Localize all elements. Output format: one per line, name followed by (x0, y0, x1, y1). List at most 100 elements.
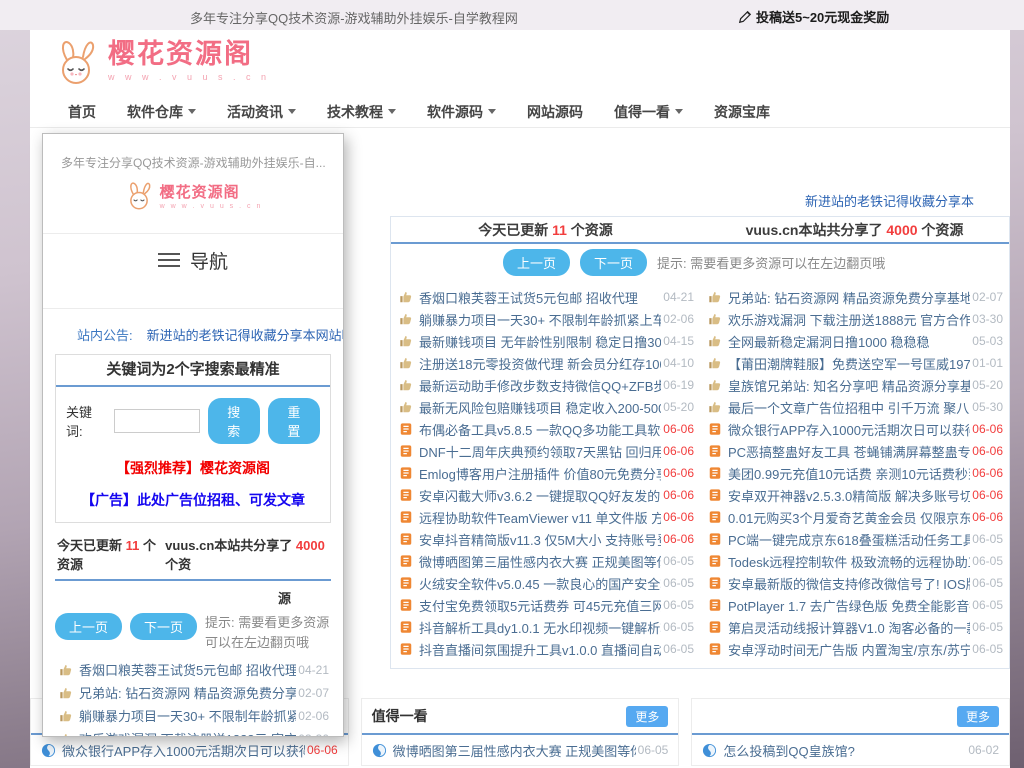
resources-panel: 今天已更新 11 个资源 vuus.cn本站共分享了 4000 个资源 上一页 … (390, 216, 1010, 669)
nav-item[interactable]: 值得一看 (614, 102, 683, 122)
resource-link[interactable]: PC端一键完成京东618叠蛋糕活动任务工具 (728, 530, 970, 549)
nav-item[interactable]: 资源宝库 (714, 102, 770, 122)
resource-link[interactable]: 安卓抖音精简版v11.3 仅5M大小 支持账号登录 (419, 530, 661, 549)
resource-link[interactable]: 皇族馆兄弟站: 知名分享吧 精品资源分享基地 (728, 376, 970, 395)
resource-link[interactable]: 远程协助软件TeamViewer v11 单文件版 方便 (419, 508, 661, 527)
topbar: 多年专注分享QQ技术资源-游戏辅助外挂娱乐-自学教程网 投稿送5~20元现金奖励 (0, 0, 1024, 30)
site-logo[interactable]: 樱花资源阁 w w w . v u u s . c n (52, 36, 270, 86)
resource-link[interactable]: 微博晒图第三届性感内衣大赛 正规美图等你欣赏 (393, 741, 636, 760)
resource-list-item: 微博晒图第三届性感内衣大赛 正规美图等你欣 06-05 (397, 550, 694, 572)
document-icon (399, 620, 413, 634)
resource-link[interactable]: DNF十二周年庆典预约领取7天黑钻 回归用户 (419, 442, 661, 461)
resource-link[interactable]: 欢乐游戏漏洞 下载注册送1888元 官方合 (79, 729, 296, 737)
resource-link[interactable]: 微博晒图第三届性感内衣大赛 正规美图等你欣 (419, 552, 661, 571)
next-page-button[interactable]: 下一页 (580, 249, 647, 276)
search-button[interactable]: 搜索 (208, 398, 260, 444)
resource-link[interactable]: 最后一个文章广告位招租中 引千万流 聚八方 (728, 398, 970, 417)
resource-date: 06-05 (663, 620, 694, 634)
worth-reading-list: 微博晒图第三届性感内衣大赛 正规美图等你欣赏 06-05 (362, 735, 679, 765)
prev-page-button[interactable]: 上一页 (503, 249, 570, 276)
resource-link[interactable]: 安卓最新版的微信支持修改微信号了! IOS版 (728, 574, 970, 593)
resource-list-item: PC恶搞整蛊好友工具 苍蝇铺满屏幕整蛊专家 效 06-06 (706, 440, 1003, 462)
badge-icon (41, 743, 56, 758)
resource-link[interactable]: 微众银行APP存入1000元活期次日可以获得无 (728, 420, 970, 439)
thumbs-up-icon (399, 334, 413, 348)
resource-date: 05-30 (972, 400, 1003, 414)
resource-link[interactable]: PC恶搞整蛊好友工具 苍蝇铺满屏幕整蛊专家 效 (728, 442, 970, 461)
resource-link[interactable]: 香烟口粮芙蓉王试货5元包邮 招收代理 (79, 660, 296, 679)
resource-date: 06-05 (638, 743, 669, 757)
next-page-button[interactable]: 下一页 (130, 613, 197, 640)
document-icon (399, 422, 413, 436)
nav-item-label: 资源宝库 (714, 102, 770, 122)
resource-link[interactable]: 欢乐游戏漏洞 下载注册送1888元 官方合作 (728, 310, 970, 329)
reset-button[interactable]: 重置 (268, 398, 320, 444)
resource-link[interactable]: 最新运动助手修改步数支持微信QQ+ZFB步 (419, 376, 661, 395)
resource-link[interactable]: 布偶必备工具v5.8.5 一款QQ多功能工具软件 (419, 420, 661, 439)
resource-link[interactable]: 美团0.99元充值10元话费 亲测10元话费秒到 (728, 464, 970, 483)
resource-list-item: Todesk远程控制软件 极致流畅的远程协助工具 06-05 (706, 550, 1003, 572)
resource-date: 06-06 (663, 422, 694, 436)
resource-link[interactable]: PotPlayer 1.7 去广告绿色版 免费全能影音播 (728, 596, 970, 615)
resource-link[interactable]: 躺赚暴力项目一天30+ 不限制年龄抓紧上车 (419, 310, 661, 329)
updated-today-count: 11 (552, 222, 567, 238)
resource-link[interactable]: 【莆田潮牌鞋服】免费送空军一号匡威1970s (728, 354, 970, 373)
resource-link[interactable]: 抖音直播间氛围提升工具v1.0.0 直播间自动发 (419, 640, 661, 659)
site-url: w w w . v u u s . c n (108, 72, 270, 82)
overlay-nav-toggle[interactable]: 导航 (43, 234, 343, 286)
bottom-list-item: 怎么投稿到QQ皇族馆? 06-02 (692, 735, 1009, 765)
resource-list-item: 香烟口粮芙蓉王试货5元包邮 招收代理 04-21 (55, 658, 331, 681)
resource-link[interactable]: 全网最新稳定漏洞日撸1000 稳稳稳 (728, 332, 970, 351)
document-icon (708, 466, 722, 480)
nav-item[interactable]: 首页 (68, 102, 96, 122)
resource-link[interactable]: 怎么投稿到QQ皇族馆? (723, 741, 966, 760)
resource-link[interactable]: 注册送18元零投资做代理 新会员分红存1000 (419, 354, 661, 373)
resource-link[interactable]: 0.01元购买3个月爱奇艺黄金会员 仅限京东白 (728, 508, 970, 527)
promo-recommended-link[interactable]: 【强烈推荐】樱花资源阁 (56, 458, 330, 478)
prev-page-button[interactable]: 上一页 (55, 613, 122, 640)
nav-item[interactable]: 活动资讯 (227, 102, 296, 122)
chevron-down-icon (488, 109, 496, 114)
document-icon (708, 576, 722, 590)
resource-date: 06-06 (663, 488, 694, 502)
nav-item[interactable]: 技术教程 (327, 102, 396, 122)
overlay-total-shared: vuus.cn本站共分享了 4000 个资 (165, 535, 329, 573)
more-button[interactable]: 更多 (626, 706, 668, 727)
resource-link[interactable]: Todesk远程控制软件 极致流畅的远程协助工具 (728, 552, 970, 571)
nav-item[interactable]: 软件源码 (427, 102, 496, 122)
worth-reading-title: 值得一看 (372, 706, 627, 726)
resource-list-item: 抖音解析工具dy1.0.1 无水印视频一键解析软件 06-05 (397, 616, 694, 638)
badge-icon (372, 743, 387, 758)
resource-link[interactable]: 最新无风险包赔赚钱项目 稳定收入200-500元 (419, 398, 661, 417)
bottom-panel-3-header: 更多 (692, 699, 1009, 735)
resource-link[interactable]: 抖音解析工具dy1.0.1 无水印视频一键解析软件 (419, 618, 661, 637)
overlay-logo-text: 樱花资源阁 w w w . v u u s . c n (160, 181, 263, 210)
resource-link[interactable]: 安卓闪截大师v3.6.2 一键提取QQ好友发的闪图 (419, 486, 661, 505)
resource-link[interactable]: 安卓双开神器v2.5.3.0精简版 解决多账号切换 (728, 486, 970, 505)
resource-link[interactable]: 第启灵活动线报计算器V1.0 淘客必备的一款软 (728, 618, 970, 637)
resource-link[interactable]: 安卓浮动时间无广告版 内置淘宝/京东/苏宁/拼 (728, 640, 970, 659)
resource-link[interactable]: 兄弟站: 钻石资源网 精品资源免费分享基地 (728, 288, 970, 307)
more-button[interactable]: 更多 (957, 706, 999, 727)
resource-list-item: 【莆田潮牌鞋服】免费送空军一号匡威1970s 01-01 (706, 352, 1003, 374)
overlay-logo[interactable]: 樱花资源阁 w w w . v u u s . c n (43, 179, 343, 211)
search-form: 关键词: 搜索 重置 (56, 387, 330, 450)
resource-link[interactable]: 火绒安全软件v5.0.45 一款良心的国产安全软件 (419, 574, 661, 593)
keyword-input[interactable] (114, 409, 200, 433)
thumbs-up-icon (399, 378, 413, 392)
hamburger-menu-icon (158, 249, 180, 271)
resource-link[interactable]: 躺赚暴力项目一天30+ 不限制年龄抓紧上 (79, 706, 296, 725)
resource-link[interactable]: 兄弟站: 钻石资源网 精品资源免费分享基 (79, 683, 296, 702)
chevron-down-icon (188, 109, 196, 114)
chevron-down-icon (288, 109, 296, 114)
nav-item[interactable]: 软件仓库 (127, 102, 196, 122)
resource-link[interactable]: 香烟口粮芙蓉王试货5元包邮 招收代理 (419, 288, 661, 307)
document-icon (708, 532, 722, 546)
promo-ad-slot-link[interactable]: 【广告】此处广告位招租、可发文章 (56, 490, 330, 510)
nav-item[interactable]: 网站源码 (527, 102, 583, 122)
resource-list-item: 躺赚暴力项目一天30+ 不限制年龄抓紧上车 02-06 (397, 308, 694, 330)
resource-link[interactable]: 支付宝免费领取5元话费券 可45元充值三网50 (419, 596, 661, 615)
resource-link[interactable]: 最新赚钱项目 无年龄性别限制 稳定日撸300+ (419, 332, 661, 351)
resource-link[interactable]: Emlog博客用户注册插件 价值80元免费分享 (419, 464, 661, 483)
resource-link[interactable]: 微众银行APP存入1000元活期次日可以获得无门 (62, 741, 305, 760)
